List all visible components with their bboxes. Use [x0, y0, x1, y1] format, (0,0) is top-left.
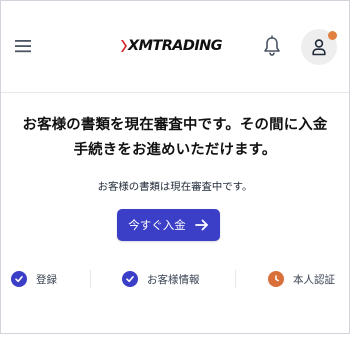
review-subtext: お客様の書類は現在審査中です。 — [97, 181, 253, 193]
logo-text: XMTRADING — [128, 38, 223, 54]
step-label: 登録 — [36, 273, 57, 286]
verification-steps: 登録 お客様情報 本人認証 — [1, 269, 349, 289]
notification-dot — [328, 31, 337, 40]
account-button[interactable] — [301, 29, 337, 65]
check-circle-icon — [122, 271, 138, 287]
bell-icon — [264, 35, 280, 56]
hamburger-menu-icon — [15, 40, 31, 53]
deposit-now-button[interactable]: 今すぐ入金 — [117, 209, 220, 241]
clock-icon — [268, 271, 284, 287]
step-label: 本人認証 — [293, 273, 335, 286]
step-registration: 登録 — [11, 269, 57, 289]
notifications-button[interactable] — [262, 35, 282, 57]
review-headline: お客様の書類を現在審査中です。その間に入金 手続きをお進めいただけます。 — [22, 117, 328, 158]
header: XMTRADING — [1, 1, 349, 93]
menu-button[interactable] — [13, 38, 33, 54]
check-circle-icon — [11, 271, 27, 287]
step-divider — [235, 270, 236, 288]
user-icon — [312, 39, 326, 56]
step-divider — [90, 270, 91, 288]
arrow-right-icon — [194, 219, 208, 231]
step-customer-info: お客様情報 — [122, 269, 200, 289]
app-frame: XMTRADING お客様の書類を現在審査中です。その間に入金 手続きをお進めい… — [0, 0, 350, 334]
deposit-now-label: 今すぐ入金 — [128, 218, 186, 232]
xm-logo[interactable]: XMTRADING — [119, 36, 223, 56]
step-identity-verification: 本人認証 — [268, 269, 335, 289]
step-label: お客様情報 — [147, 273, 200, 286]
logo-mark-icon — [121, 40, 127, 52]
